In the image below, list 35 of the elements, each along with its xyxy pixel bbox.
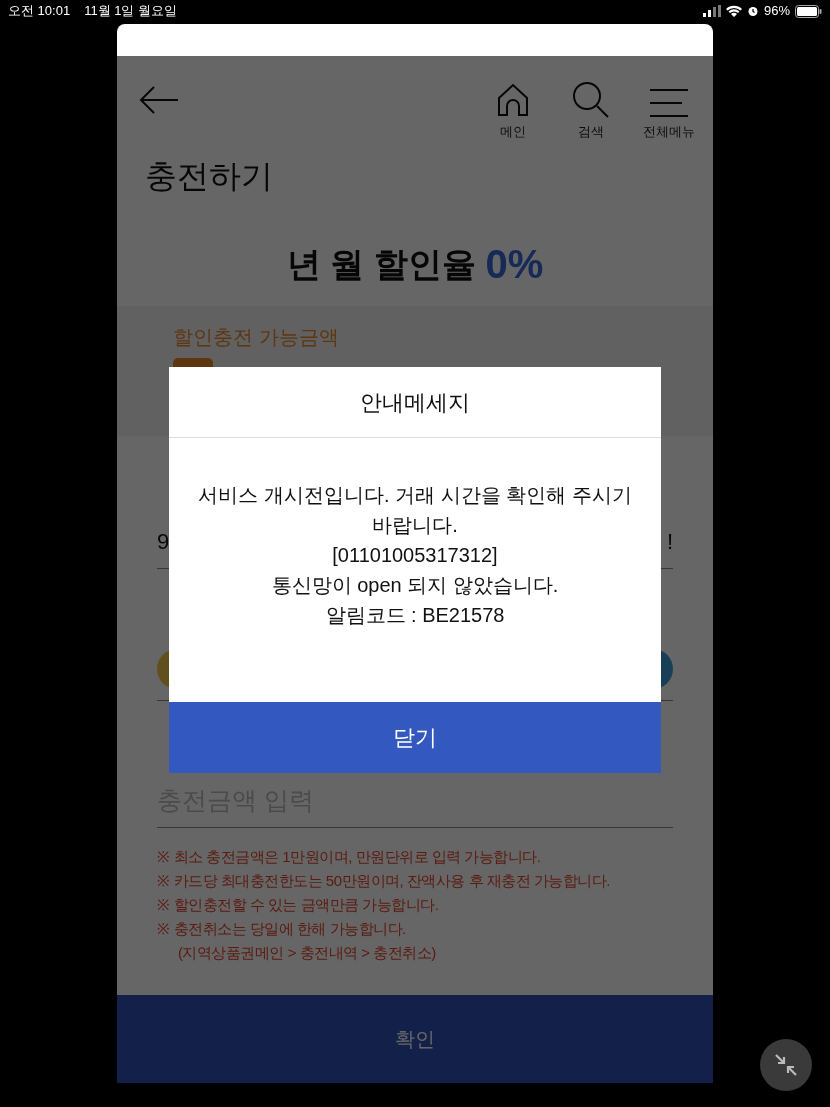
- alarm-icon: [746, 5, 759, 17]
- collapse-icon: [773, 1052, 799, 1078]
- collapse-button[interactable]: [760, 1039, 812, 1091]
- signal-icon: [702, 5, 721, 17]
- battery-percent: 96%: [763, 2, 790, 21]
- note-mark: ※: [157, 895, 170, 915]
- status-date: 11월 1일 월요일: [84, 2, 178, 21]
- available-label: 할인충전 가능금액: [173, 325, 340, 350]
- battery-icon: [795, 4, 822, 18]
- menu-icon: [649, 88, 689, 118]
- note-text: 충전취소는 당일에 한해 가능합니다.: [173, 919, 406, 939]
- note-mark: ※: [157, 919, 170, 939]
- page-title: 충전하기: [144, 157, 274, 196]
- home-icon: [495, 82, 531, 118]
- dialog-message: 서비스 개시전입니다. 거래 시간을 확인해 주시기 바랍니다. [01101005317312] 통신망이 open 되지 않았습니다. 알림코드 : BE21578: [197, 483, 633, 628]
- note-text: (지역상품권메인 > 충전내역 > 충전취소): [177, 943, 437, 963]
- nav-button[interactable]: 검색: [561, 80, 621, 142]
- note-text: 최소 충전금액은 1만원이며, 만원단위로 입력 가능합니다.: [173, 847, 541, 867]
- rate-value: 0%: [485, 241, 544, 288]
- note-mark: ※: [157, 847, 170, 867]
- value-text: 9: [157, 528, 170, 556]
- search-icon: [571, 80, 611, 118]
- wifi-icon: [725, 5, 742, 17]
- value-end-text: !: [666, 528, 673, 556]
- status-time: 오전 10:01: [8, 2, 71, 21]
- note-mark: ※: [157, 871, 170, 891]
- rate-label: 년 월 할인율: [286, 243, 476, 285]
- nav-button[interactable]: 메인: [483, 80, 543, 142]
- back-arrow-icon[interactable]: [139, 85, 179, 115]
- nav-button[interactable]: 전체메뉴: [639, 80, 699, 142]
- note-text: 카드당 최대충전한도는 50만원이며, 잔액사용 후 재충전 가능합니다.: [173, 871, 611, 891]
- close-button[interactable]: 닫기: [169, 702, 661, 773]
- confirm-button[interactable]: 확인: [117, 995, 713, 1083]
- note-text: 할인충전할 수 있는 금액만큼 가능합니다.: [173, 895, 439, 915]
- dialog-title: 안내메세지: [169, 367, 661, 438]
